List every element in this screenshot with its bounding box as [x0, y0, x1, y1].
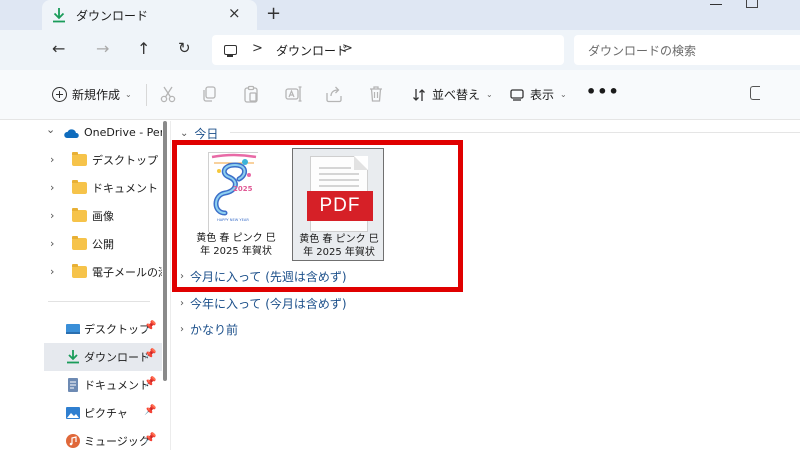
search-input[interactable]: ダウンロードの検索 [574, 35, 800, 65]
sidebar-item-label: 画像 [92, 210, 114, 223]
sort-icon [413, 88, 425, 101]
sidebar-folder-public[interactable]: › 公開 [0, 231, 162, 257]
quick-access-label: ピクチャ [84, 407, 128, 420]
quick-access-music[interactable]: ミュージック 📌 [44, 427, 162, 450]
breadcrumb-separator-end[interactable]: > [342, 41, 353, 56]
new-button-label: 新規作成 [72, 88, 121, 102]
sidebar-divider [48, 301, 150, 302]
quick-access-label: デスクトップ [84, 323, 150, 336]
refresh-button[interactable]: ↻ [178, 39, 191, 57]
back-button[interactable]: ← [52, 39, 65, 58]
pin-icon[interactable]: 📌 [144, 433, 156, 444]
tab-bar: ダウンロード × + [0, 0, 800, 30]
folder-icon [72, 264, 87, 278]
pin-icon[interactable]: 📌 [144, 321, 156, 332]
sidebar-item-onedrive[interactable]: ⌄ OneDrive - Perso [0, 121, 162, 147]
toolbar-divider [146, 84, 147, 106]
sidebar-item-label: 電子メールの添付 [92, 266, 162, 279]
search-placeholder: ダウンロードの検索 [588, 44, 697, 58]
navigation-bar: ← → ↑ ↻ > ダウンロード > ダウンロードの検索 [0, 30, 800, 70]
chevron-down-icon: ⌄ [486, 90, 493, 99]
rename-icon[interactable] [283, 84, 303, 104]
desktop-icon [66, 324, 80, 334]
breadcrumb-separator[interactable]: > [252, 41, 263, 56]
sort-button[interactable]: 並べ替え ⌄ [412, 86, 493, 103]
quick-access-label: ミュージック [84, 435, 150, 448]
quick-access-pictures[interactable]: ピクチャ 📌 [44, 399, 162, 427]
group-title: 今年に入って (今月は含めず) [190, 297, 347, 311]
plus-circle-icon [52, 87, 67, 102]
delete-icon[interactable] [366, 84, 386, 104]
download-icon [67, 350, 79, 364]
view-icon [510, 88, 524, 101]
copy-icon[interactable] [199, 84, 219, 104]
quick-access-documents[interactable]: ドキュメント 📌 [44, 371, 162, 399]
tab-title: ダウンロード [76, 9, 149, 23]
onedrive-cloud-icon [64, 129, 79, 138]
group-title: かなり前 [190, 323, 239, 337]
document-icon [68, 378, 78, 392]
group-header-this-year[interactable]: › 今年に入って (今月は含めず) [180, 295, 347, 312]
folder-icon [72, 236, 87, 250]
chevron-right-icon[interactable]: › [50, 237, 54, 250]
folder-icon [72, 180, 87, 194]
chevron-down-icon: ⌄ [180, 128, 189, 139]
share-icon[interactable] [324, 84, 344, 104]
folder-icon [72, 208, 87, 222]
quick-access-desktop[interactable]: デスクトップ 📌 [44, 315, 162, 343]
chevron-right-icon: › [180, 298, 184, 309]
sidebar-folder-documents[interactable]: › ドキュメント [0, 175, 162, 201]
view-label: 表示 [530, 88, 555, 102]
navigation-pane: ⌄ OneDrive - Perso › デスクトップ › ドキュメント › 画… [0, 121, 162, 450]
quick-access-label: ダウンロード [84, 351, 150, 364]
forward-button[interactable]: → [96, 39, 109, 58]
tab-downloads[interactable]: ダウンロード × [42, 0, 257, 30]
chevron-down-icon: ⌄ [125, 90, 132, 99]
sidebar-scroll-track [170, 121, 171, 450]
sort-label: 並べ替え [432, 88, 481, 102]
folder-icon [72, 152, 87, 166]
group-divider [230, 132, 800, 133]
chevron-right-icon[interactable]: › [50, 153, 54, 166]
this-pc-icon[interactable] [224, 45, 237, 57]
up-button[interactable]: ↑ [137, 39, 150, 58]
chevron-down-icon[interactable]: ⌄ [46, 123, 55, 136]
sidebar-item-label: ドキュメント [92, 182, 158, 195]
new-tab-button[interactable]: + [266, 3, 281, 24]
quick-access-label: ドキュメント [84, 379, 150, 392]
pin-icon[interactable]: 📌 [144, 405, 156, 416]
highlight-box [172, 140, 463, 292]
chevron-right-icon[interactable]: › [50, 265, 54, 278]
group-header-long-ago[interactable]: › かなり前 [180, 321, 238, 338]
maximize-button[interactable] [746, 0, 758, 8]
close-tab-icon[interactable]: × [228, 4, 241, 22]
details-pane-icon[interactable] [750, 86, 760, 100]
pictures-icon [66, 407, 80, 419]
quick-access-downloads[interactable]: ダウンロード 📌 [44, 343, 162, 371]
sidebar-item-label: デスクトップ [92, 154, 158, 167]
chevron-right-icon[interactable]: › [50, 209, 54, 222]
new-button[interactable]: 新規作成 ⌄ [52, 86, 132, 103]
sidebar-scrollbar[interactable] [163, 121, 167, 381]
paste-icon[interactable] [241, 84, 261, 104]
download-icon [53, 8, 65, 23]
minimize-button[interactable] [710, 0, 724, 10]
more-options-button[interactable]: ••• [586, 82, 620, 101]
chevron-down-icon: ⌄ [560, 90, 567, 99]
sidebar-folder-pictures[interactable]: › 画像 [0, 203, 162, 229]
sidebar-item-label: OneDrive - Perso [84, 126, 162, 139]
pin-icon[interactable]: 📌 [144, 377, 156, 388]
view-button[interactable]: 表示 ⌄ [510, 86, 567, 103]
pin-icon[interactable]: 📌 [144, 349, 156, 360]
sidebar-folder-desktop[interactable]: › デスクトップ [0, 147, 162, 173]
cut-icon[interactable] [158, 84, 178, 104]
command-bar: 新規作成 ⌄ 並べ替え ⌄ 表示 ⌄ ••• [0, 70, 800, 120]
chevron-right-icon[interactable]: › [50, 181, 54, 194]
chevron-right-icon: › [180, 324, 184, 335]
sidebar-item-label: 公開 [92, 238, 114, 251]
breadcrumb-downloads[interactable]: ダウンロード [276, 42, 348, 59]
sidebar-folder-email-attachments[interactable]: › 電子メールの添付 [0, 259, 162, 285]
music-icon [66, 434, 80, 448]
address-bar[interactable]: > ダウンロード > [212, 35, 564, 65]
